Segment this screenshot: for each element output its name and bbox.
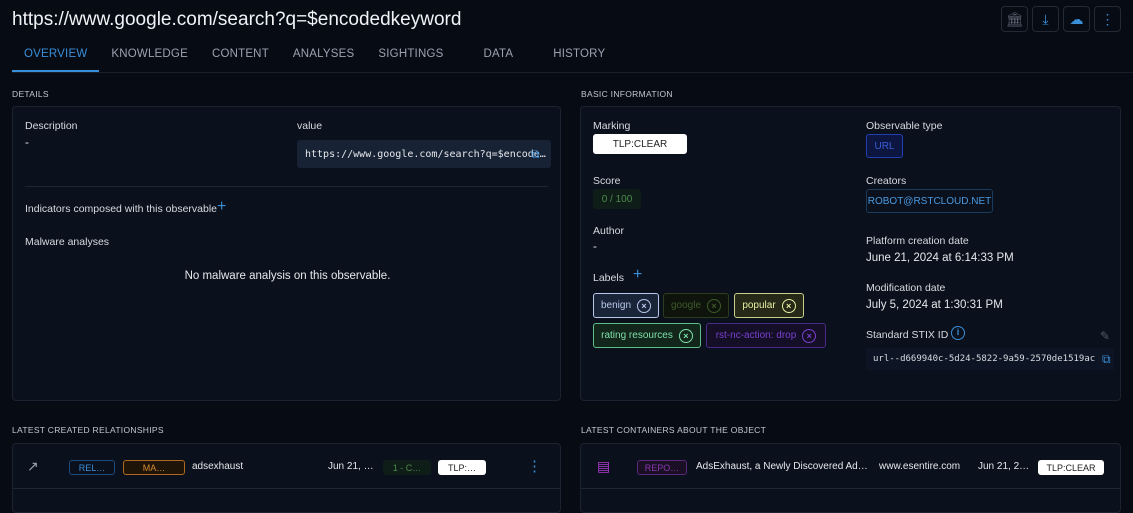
page-title: https://www.google.com/search?q=$encoded… bbox=[12, 9, 462, 30]
remove-icon[interactable]: × bbox=[802, 328, 817, 343]
date: Jun 21, 2… bbox=[978, 460, 1030, 472]
stix-label: Standard STIX ID bbox=[866, 329, 949, 341]
info-icon[interactable]: i bbox=[951, 326, 965, 340]
malware-empty: No malware analysis on this observable. bbox=[184, 270, 391, 282]
relation-chip: REL… bbox=[69, 460, 115, 475]
edit-icon[interactable]: ✎ bbox=[1100, 329, 1110, 343]
add-indicator-icon[interactable]: + bbox=[217, 198, 226, 216]
add-label-icon[interactable]: + bbox=[633, 266, 642, 284]
indicators-label: Indicators composed with this observable bbox=[25, 203, 218, 215]
tab-analyses[interactable]: ANALYSES bbox=[281, 40, 366, 72]
copy-icon[interactable]: ⧉ bbox=[531, 147, 540, 162]
author-value: - bbox=[593, 241, 597, 253]
modified-label: Modification date bbox=[866, 282, 946, 294]
malware-label: Malware analyses bbox=[25, 236, 110, 248]
more-vert-icon[interactable]: ⋮ bbox=[1094, 6, 1121, 32]
label-chip: google × bbox=[663, 293, 729, 318]
relationships-panel: ↗ REL… MA… adsexhaust Jun 21, … 1 - C… T… bbox=[12, 443, 561, 513]
more-vert-icon[interactable]: ⋮ bbox=[527, 457, 542, 475]
type-chip: URL bbox=[866, 134, 903, 158]
value-field: https://www.google.com/search?q=$encode… bbox=[297, 140, 551, 168]
cloud-sync-icon[interactable]: ☁ bbox=[1063, 6, 1090, 32]
remove-icon[interactable]: × bbox=[678, 328, 693, 343]
tab-sightings[interactable]: SIGHTINGS bbox=[366, 40, 471, 72]
marking-label: Marking bbox=[593, 120, 631, 132]
marking-chip: TLP:CLEAR bbox=[593, 134, 687, 154]
report-chip: REPO… bbox=[637, 460, 687, 475]
value-label: value bbox=[297, 120, 323, 132]
author-label: Author bbox=[593, 225, 624, 237]
container-source: www.esentire.com bbox=[879, 460, 961, 472]
confidence-chip: 1 - C… bbox=[383, 460, 431, 475]
tab-knowledge[interactable]: KNOWLEDGE bbox=[99, 40, 200, 72]
label-chip: rst-nc-action: drop × bbox=[706, 323, 826, 348]
remove-icon[interactable]: × bbox=[707, 298, 722, 313]
description-label: Description bbox=[25, 120, 78, 132]
marking-chip: TLP:… bbox=[438, 460, 486, 475]
tab-content[interactable]: CONTENT bbox=[200, 40, 281, 72]
details-heading: DETAILS bbox=[12, 89, 49, 99]
stix-value: url--d669940c-5d24-5822-9a59-2570de1519a… bbox=[866, 348, 1114, 370]
created-label: Platform creation date bbox=[866, 235, 969, 247]
bank-add-icon[interactable]: 🏛 bbox=[1001, 6, 1028, 32]
container-row[interactable]: ▤ REPO… AdsExhaust, a Newly Discovered A… bbox=[581, 444, 1120, 489]
entity-name: adsexhaust bbox=[192, 460, 244, 472]
type-label: Observable type bbox=[866, 120, 943, 132]
report-icon: ▤ bbox=[597, 457, 611, 474]
score-chip: 0 / 100 bbox=[593, 189, 641, 209]
relationship-icon: ↗ bbox=[27, 457, 39, 474]
relationships-heading: LATEST CREATED RELATIONSHIPS bbox=[12, 425, 164, 435]
details-panel: Description - value https://www.google.c… bbox=[12, 106, 561, 401]
tab-history[interactable]: HISTORY bbox=[541, 40, 617, 72]
created-value: June 21, 2024 at 6:14:33 PM bbox=[866, 252, 1014, 264]
basic-panel: Marking TLP:CLEAR Score 0 / 100 Author -… bbox=[580, 106, 1121, 401]
copy-icon[interactable]: ⧉ bbox=[1102, 352, 1111, 367]
marking-chip: TLP:CLEAR bbox=[1038, 460, 1104, 475]
basic-heading: BASIC INFORMATION bbox=[581, 89, 673, 99]
labels-label: Labels bbox=[593, 272, 624, 284]
remove-icon[interactable]: × bbox=[637, 298, 652, 313]
malware-chip: MA… bbox=[123, 460, 185, 475]
tab-bar: OVERVIEW KNOWLEDGE CONTENT ANALYSES SIGH… bbox=[12, 40, 1133, 73]
label-chip: benign × bbox=[593, 293, 659, 318]
creator-chip[interactable]: ROBOT@RSTCLOUD.NET bbox=[866, 189, 993, 213]
relationship-row[interactable]: ↗ REL… MA… adsexhaust Jun 21, … 1 - C… T… bbox=[13, 444, 560, 489]
containers-panel: ▤ REPO… AdsExhaust, a Newly Discovered A… bbox=[580, 443, 1121, 513]
date: Jun 21, … bbox=[328, 460, 374, 472]
tab-data[interactable]: DATA bbox=[471, 40, 541, 72]
remove-icon[interactable]: × bbox=[781, 298, 796, 313]
container-name: AdsExhaust, a Newly Discovered Ad… bbox=[696, 460, 868, 472]
score-label: Score bbox=[593, 175, 621, 187]
containers-heading: LATEST CONTAINERS ABOUT THE OBJECT bbox=[581, 425, 767, 435]
label-chip: rating resources × bbox=[593, 323, 701, 348]
label-chip: popular × bbox=[734, 293, 804, 318]
creators-label: Creators bbox=[866, 175, 907, 187]
tab-overview[interactable]: OVERVIEW bbox=[12, 40, 100, 72]
description-value: - bbox=[25, 137, 29, 149]
modified-value: July 5, 2024 at 1:30:31 PM bbox=[866, 299, 1003, 311]
download-icon[interactable]: ⤓ bbox=[1032, 6, 1059, 32]
